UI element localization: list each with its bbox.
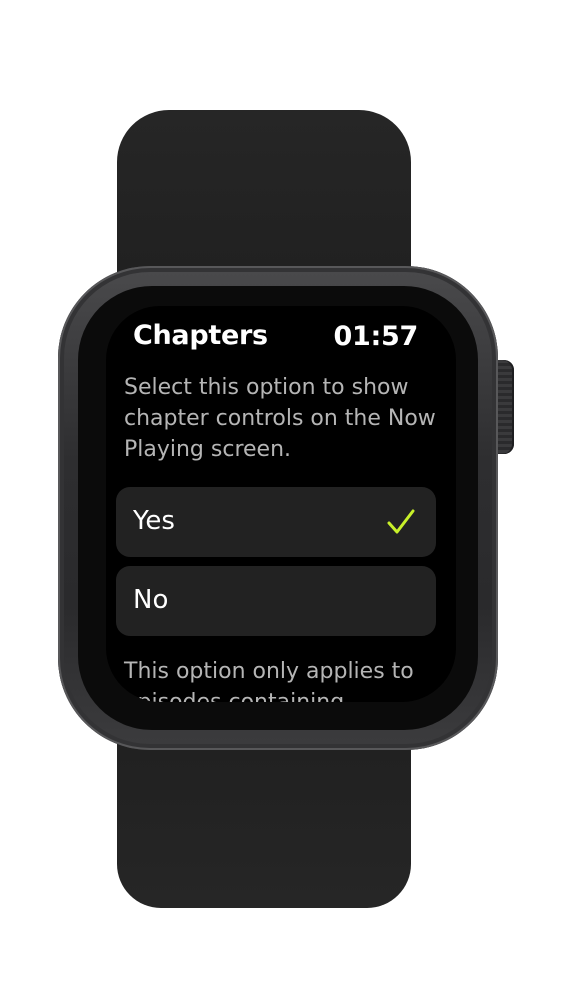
option-label: Yes [133, 506, 175, 536]
option-label: No [133, 585, 169, 615]
option-no-button[interactable]: No [116, 566, 436, 636]
footer-note: This option only applies to episodes con… [124, 659, 414, 702]
option-description: Select this option to show chapter contr… [124, 375, 436, 462]
clock-time: 01:57 [333, 321, 419, 352]
watch-screen: Chapters 01:57 Select this option to sho… [106, 306, 456, 702]
checkmark-icon [387, 509, 415, 534]
page-title: Chapters [133, 320, 268, 351]
option-yes-button[interactable]: Yes [116, 487, 436, 557]
watch-mockup: Chapters 01:57 Select this option to sho… [0, 0, 570, 1000]
